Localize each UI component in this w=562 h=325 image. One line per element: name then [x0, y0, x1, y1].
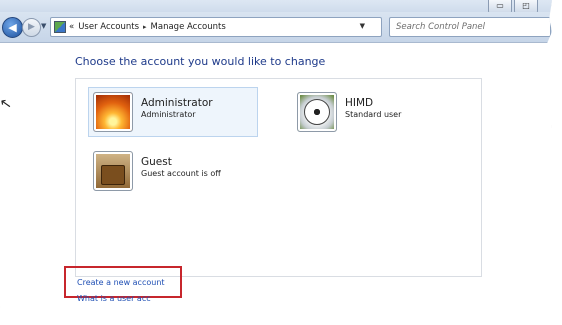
control-panel-window: ▭ ◰ ◀ ▶ ▼ « User Accounts ▸ Manage Accou… — [0, 0, 552, 315]
back-button[interactable]: ◀ — [2, 17, 23, 38]
account-name: Guest — [141, 156, 172, 168]
search-input[interactable]: Search Control Panel — [389, 17, 551, 37]
flower-icon — [93, 92, 133, 132]
breadcrumb-chevrons[interactable]: « — [69, 22, 74, 32]
soccer-ball-icon — [297, 92, 337, 132]
breadcrumb-manage-accounts[interactable]: Manage Accounts — [151, 22, 226, 32]
address-dropdown-icon[interactable]: ▼ — [360, 22, 365, 30]
accounts-panel: Administrator Administrator HIMD Standar… — [75, 78, 482, 277]
account-status: Guest account is off — [141, 169, 221, 178]
account-guest[interactable]: Guest Guest account is off — [88, 146, 258, 196]
what-is-user-account-link[interactable]: What is a user acc — [77, 294, 151, 303]
create-account-link[interactable]: Create a new account — [77, 278, 165, 287]
account-type: Standard user — [345, 110, 402, 119]
account-administrator[interactable]: Administrator Administrator — [88, 87, 258, 137]
account-type: Administrator — [141, 110, 196, 119]
main-content: Choose the account you would like to cha… — [0, 43, 552, 315]
recent-pages-dropdown[interactable]: ▼ — [41, 22, 46, 30]
breadcrumb[interactable]: « User Accounts ▸ Manage Accounts ▼ ⇆ — [50, 17, 397, 37]
account-himd[interactable]: HIMD Standard user — [292, 87, 462, 137]
control-panel-icon — [54, 21, 66, 33]
account-name: HIMD — [345, 97, 374, 109]
breadcrumb-user-accounts[interactable]: User Accounts — [78, 22, 139, 32]
account-name: Administrator — [141, 97, 213, 109]
page-title: Choose the account you would like to cha… — [75, 55, 326, 68]
suitcase-icon — [93, 151, 133, 191]
title-bar: ▭ ◰ — [0, 0, 552, 14]
forward-button[interactable]: ▶ — [22, 18, 41, 37]
address-bar: ◀ ▶ ▼ « User Accounts ▸ Manage Accounts … — [0, 12, 552, 43]
breadcrumb-separator-icon[interactable]: ▸ — [143, 23, 147, 31]
